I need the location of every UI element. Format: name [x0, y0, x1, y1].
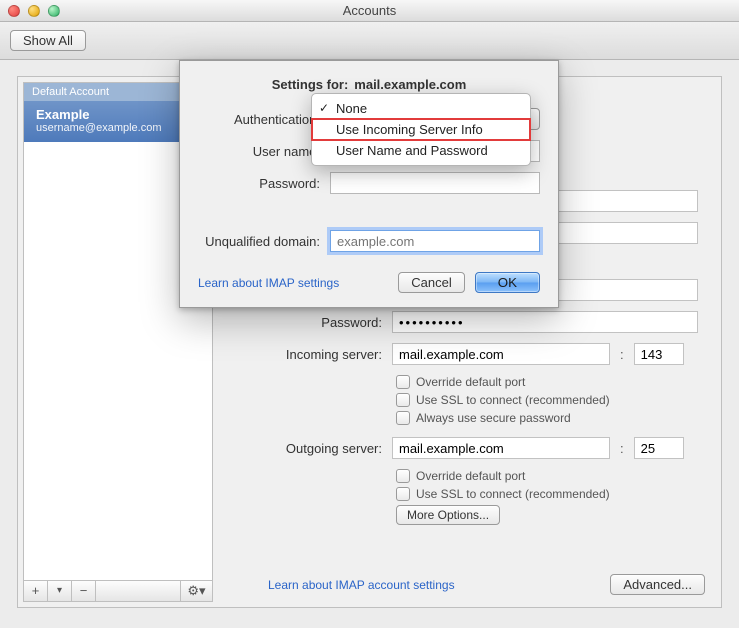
add-account-button[interactable]: + [24, 581, 48, 601]
outgoing-port-input[interactable] [634, 437, 684, 459]
password-label: Password: [232, 315, 382, 330]
cancel-button[interactable]: Cancel [398, 272, 464, 293]
auth-option-userpass-label: User Name and Password [336, 143, 488, 158]
sheet-password-input[interactable] [330, 172, 540, 194]
window-title: Accounts [0, 3, 739, 18]
minimize-window-icon[interactable] [28, 5, 40, 17]
incoming-secure-pw-checkbox[interactable] [396, 411, 410, 425]
advanced-button[interactable]: Advanced... [610, 574, 705, 595]
remove-account-button[interactable]: − [72, 581, 96, 601]
incoming-override-port-label: Override default port [416, 375, 525, 389]
incoming-override-port-checkbox[interactable] [396, 375, 410, 389]
outgoing-ssl-label: Use SSL to connect (recommended) [416, 487, 610, 501]
incoming-ssl-checkbox[interactable] [396, 393, 410, 407]
sheet-password-label: Password: [198, 176, 320, 191]
incoming-ssl-label: Use SSL to connect (recommended) [416, 393, 610, 407]
outgoing-server-label: Outgoing server: [232, 441, 382, 456]
outgoing-ssl-checkbox[interactable] [396, 487, 410, 501]
account-name: Example [36, 107, 202, 122]
sheet-title-value: mail.example.com [354, 77, 466, 92]
learn-imap-account-link[interactable]: Learn about IMAP account settings [268, 578, 455, 592]
checkmark-icon: ✓ [319, 101, 329, 115]
auth-option-none-label: None [336, 101, 367, 116]
close-window-icon[interactable] [8, 5, 20, 17]
port-separator-2: : [620, 441, 624, 456]
sidebar-gear-menu[interactable]: ⚙▾ [180, 581, 212, 601]
port-separator: : [620, 347, 624, 362]
show-all-button[interactable]: Show All [10, 30, 86, 51]
toolbar: Show All [0, 22, 739, 60]
outgoing-override-port-checkbox[interactable] [396, 469, 410, 483]
auth-option-incoming-label: Use Incoming Server Info [336, 122, 483, 137]
incoming-server-input[interactable] [392, 343, 610, 365]
auth-dropdown-menu: ✓ None Use Incoming Server Info User Nam… [311, 93, 531, 166]
main-bottom-bar: Learn about IMAP account settings Advanc… [228, 574, 705, 595]
account-email: username@example.com [36, 122, 202, 134]
incoming-secure-pw-label: Always use secure password [416, 411, 571, 425]
more-options-button[interactable]: More Options... [396, 505, 500, 525]
unqualified-domain-label: Unqualified domain: [198, 234, 320, 249]
traffic-lights [8, 5, 60, 17]
auth-label: Authentication: [198, 112, 320, 127]
zoom-window-icon[interactable] [48, 5, 60, 17]
learn-imap-settings-link[interactable]: Learn about IMAP settings [198, 276, 339, 290]
sidebar-footer-spacer [96, 581, 180, 601]
ok-button[interactable]: OK [475, 272, 540, 293]
outgoing-override-port-label: Override default port [416, 469, 525, 483]
sheet-title-label: Settings for: [272, 77, 349, 92]
auth-option-userpass[interactable]: User Name and Password [312, 140, 530, 161]
auth-option-incoming[interactable]: Use Incoming Server Info [312, 119, 530, 140]
add-account-menu-icon[interactable]: ▾ [48, 581, 72, 601]
incoming-port-input[interactable] [634, 343, 684, 365]
unqualified-domain-input[interactable] [330, 230, 540, 252]
sidebar-footer: + ▾ − ⚙▾ [23, 580, 213, 602]
password-input[interactable] [392, 311, 698, 333]
titlebar: Accounts [0, 0, 739, 22]
sheet-username-label: User name: [198, 144, 320, 159]
auth-option-none[interactable]: ✓ None [312, 98, 530, 119]
outgoing-server-input[interactable] [392, 437, 610, 459]
incoming-server-label: Incoming server: [232, 347, 382, 362]
